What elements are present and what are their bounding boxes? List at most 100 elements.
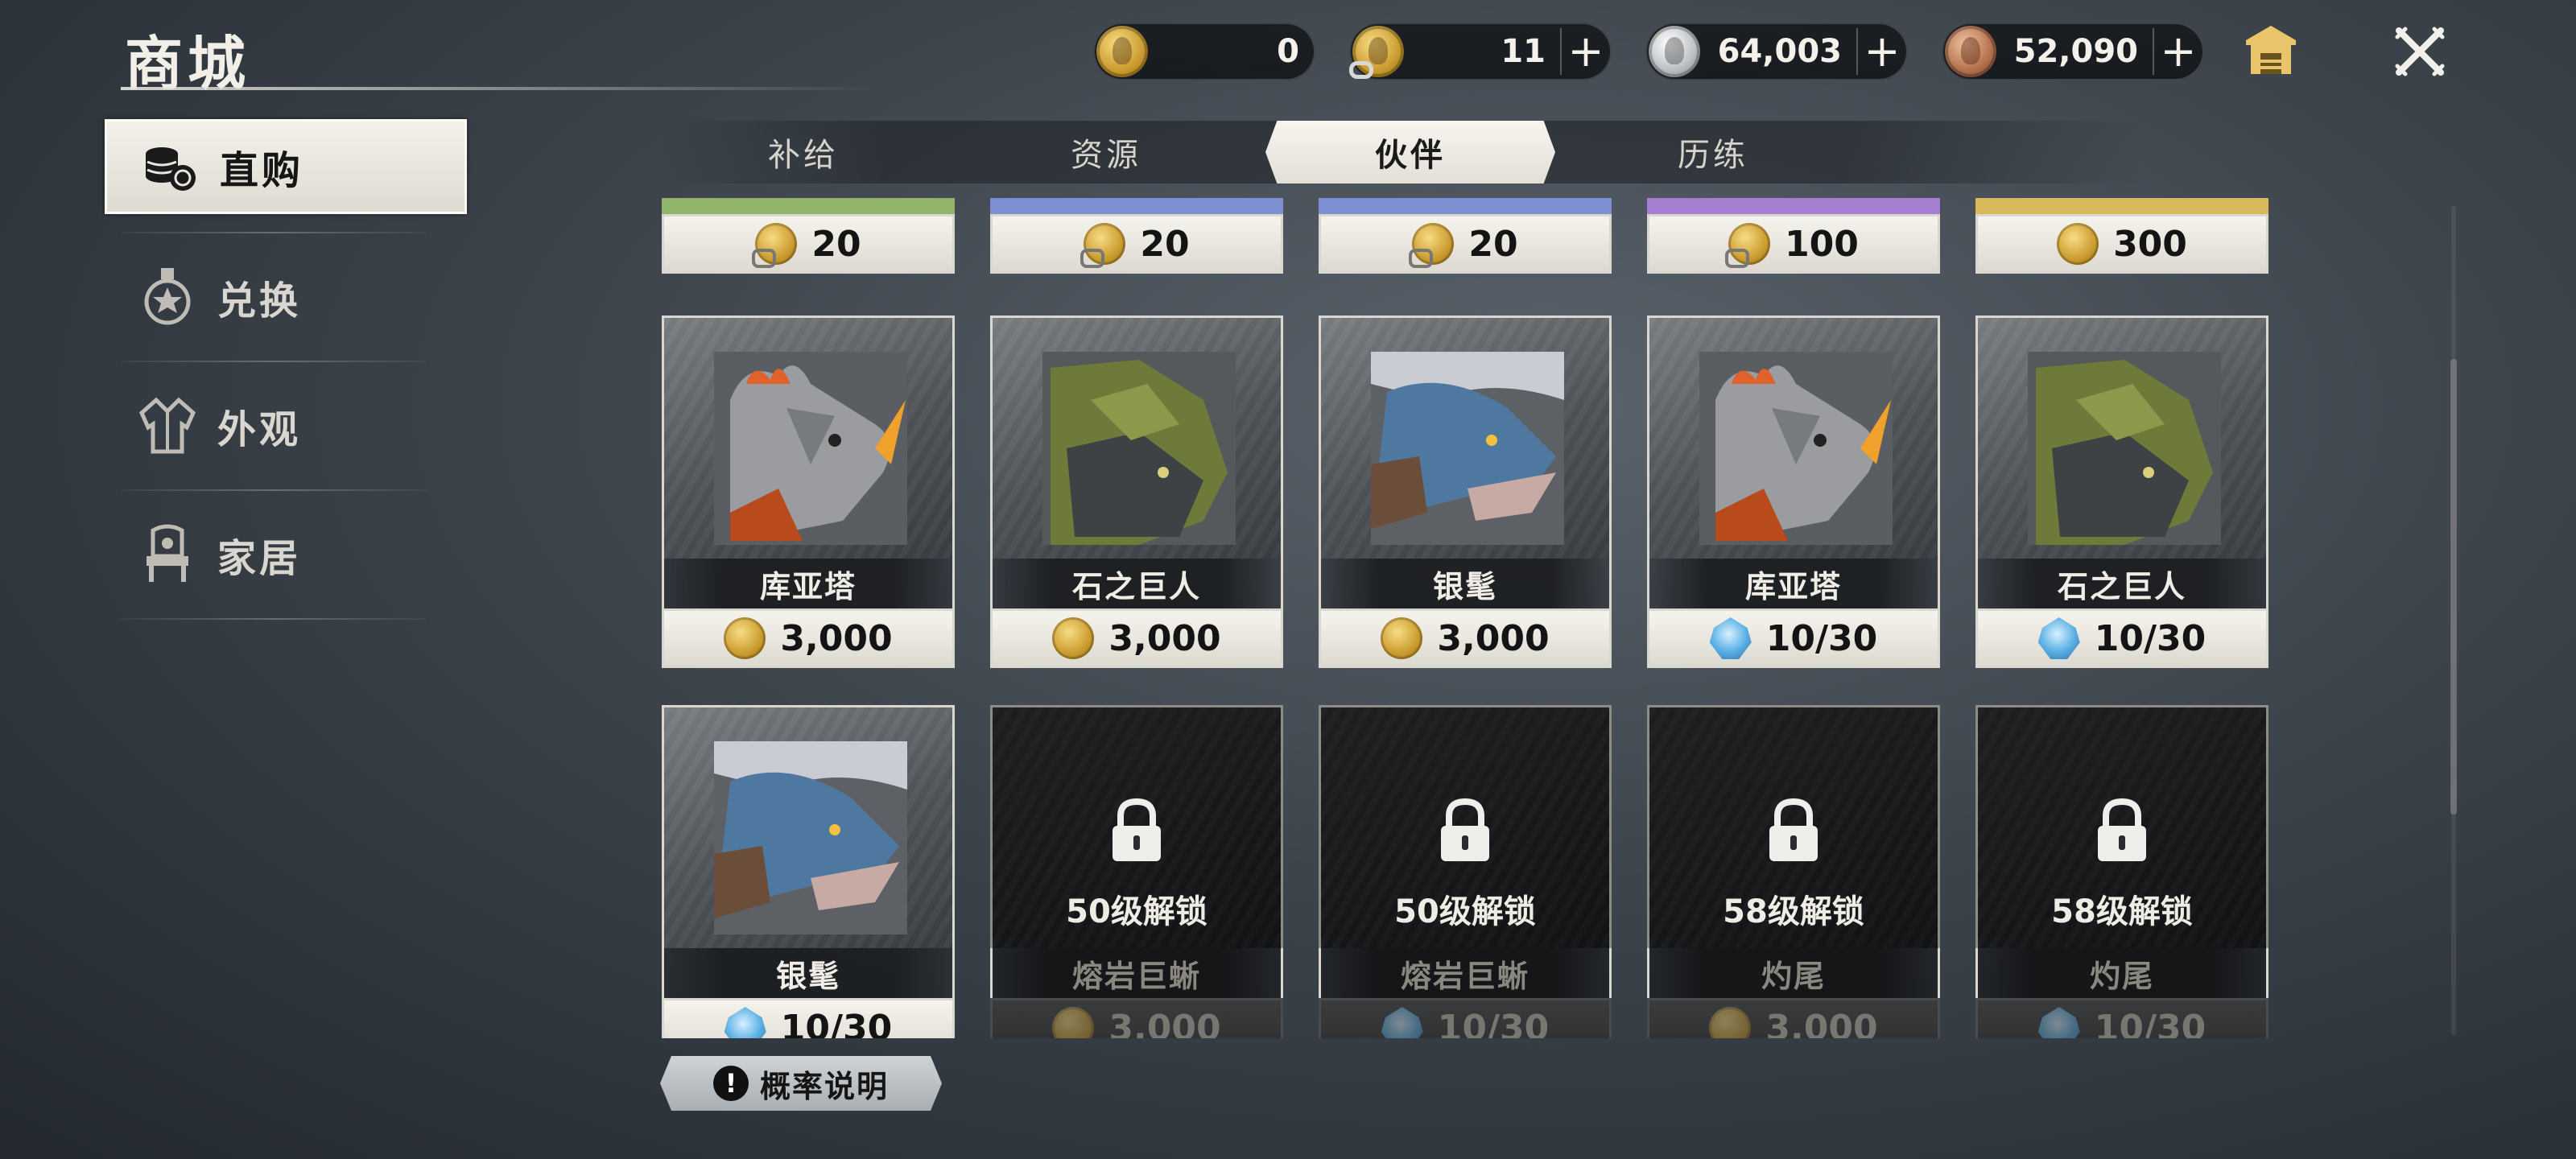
unlock-requirement: 58级解锁 (1723, 893, 1864, 930)
currency-bound-gold-value: 11 (1501, 33, 1546, 70)
price-tag: 10/30 (1647, 608, 1940, 668)
price-tag: 3,000 (662, 608, 955, 668)
partner-name: 银髦 (662, 948, 955, 998)
sidebar-item-appearance[interactable]: 外观 (105, 378, 467, 473)
gold-coin-icon (1381, 617, 1423, 659)
currency-silver-value: 64,003 (1717, 33, 1842, 70)
lock-overlay: 50级解锁 (1319, 705, 1612, 948)
gold-coin-icon (1052, 1007, 1095, 1038)
bound-gold-coin-icon (1725, 223, 1771, 268)
price-value: 10/30 (1765, 617, 1878, 659)
price-tag: 300 (1975, 214, 2268, 274)
price-value: 20 (1468, 223, 1518, 265)
partner-portrait (662, 705, 955, 948)
tab-partners[interactable]: 伙伴 (1265, 121, 1555, 184)
currency-copper-value: 52,090 (2013, 33, 2138, 70)
probability-info-button[interactable]: ! 概率说明 (660, 1056, 942, 1111)
add-copper-button[interactable]: + (2153, 28, 2202, 75)
partner-name: 石之巨人 (990, 559, 1283, 608)
gem-icon (1381, 1007, 1423, 1038)
lock-overlay: 50级解锁 (990, 705, 1283, 948)
gold-coin-icon (724, 617, 766, 659)
gold-coin-icon (2057, 223, 2099, 265)
sidebar-divider (121, 489, 427, 491)
unlock-requirement: 58级解锁 (2051, 893, 2193, 930)
probability-label: 概率说明 (759, 1068, 889, 1104)
price-tag: 10/30 (1975, 998, 2268, 1038)
price-tag: 100 (1647, 214, 1940, 274)
scrollbar-thumb[interactable] (2450, 359, 2457, 815)
sidebar-item-direct-buy[interactable]: 直购 (105, 119, 467, 214)
partner-name: 灼尾 (1647, 948, 1940, 998)
partner-portrait (1975, 316, 2268, 559)
rarity-strip (1319, 198, 1612, 214)
partner-name: 熔岩巨蜥 (1319, 948, 1612, 998)
product-grid[interactable]: 20 20 20 100 300 库亚塔 3,000 石之巨人 3,000 银髦… (652, 198, 2270, 1038)
partner-name: 库亚塔 (1647, 559, 1940, 608)
sidebar-item-furniture[interactable]: 家居 (105, 507, 467, 602)
sidebar-item-label: 家居 (217, 536, 302, 581)
partner-name: 石之巨人 (1975, 559, 2268, 608)
rarity-strip (1647, 198, 1940, 214)
sidebar-item-label: 直购 (220, 148, 304, 193)
unlock-requirement: 50级解锁 (1066, 893, 1208, 930)
close-icon (2395, 27, 2445, 76)
rarity-strip (1975, 198, 2268, 214)
bound-gold-coin-icon (1080, 223, 1126, 268)
title-divider (121, 87, 877, 90)
partner-portrait (1647, 316, 1940, 559)
price-tag: 3,000 (1647, 998, 1940, 1038)
coins-stack-icon (146, 147, 196, 191)
lock-icon (2098, 798, 2146, 861)
lock-overlay: 58级解锁 (1647, 705, 1940, 948)
gold-coin-icon (1709, 1007, 1752, 1038)
price-value: 10/30 (780, 1007, 893, 1039)
price-value: 20 (811, 223, 861, 265)
price-value: 3,000 (1765, 1007, 1878, 1039)
sidebar-divider (121, 361, 427, 362)
sidebar-item-label: 外观 (217, 407, 302, 452)
rarity-strip (662, 198, 955, 214)
sidebar-item-label: 兑换 (217, 278, 302, 324)
storehouse-icon (2246, 26, 2296, 74)
currency-bound-gold: 11 + (1349, 23, 1612, 80)
tab-supply[interactable]: 补给 (658, 121, 948, 184)
lock-overlay: 58级解锁 (1975, 705, 2268, 948)
partner-portrait (662, 316, 955, 559)
outfit-icon (138, 397, 196, 454)
tab-resources[interactable]: 资源 (961, 121, 1251, 184)
close-button[interactable] (2391, 23, 2449, 80)
lock-icon (1441, 798, 1489, 861)
unlock-requirement: 50级解锁 (1394, 893, 1536, 930)
chair-icon (147, 524, 188, 582)
partner-name: 灼尾 (1975, 948, 2268, 998)
gem-icon (1709, 617, 1752, 659)
gold-coin-icon (1052, 617, 1095, 659)
price-value: 3,000 (1108, 617, 1221, 659)
currency-silver: 64,003 + (1645, 23, 1908, 80)
partner-name: 熔岩巨蜥 (990, 948, 1283, 998)
lock-icon (1113, 798, 1161, 861)
wolf-creature-image (1371, 352, 1564, 545)
add-silver-button[interactable]: + (1856, 28, 1906, 75)
price-tag: 3,000 (990, 608, 1283, 668)
currency-copper: 52,090 + (1942, 23, 2204, 80)
storage-button[interactable] (2243, 21, 2299, 79)
add-bound-gold-button[interactable]: + (1560, 28, 1610, 75)
partner-portrait (990, 316, 1283, 559)
price-tag: 20 (1319, 214, 1612, 274)
gem-icon (2037, 1007, 2080, 1038)
price-value: 300 (2113, 223, 2187, 265)
copper-coin-icon (1945, 26, 1996, 77)
price-value: 3,000 (1108, 1007, 1221, 1039)
wolf-creature-image (714, 741, 907, 934)
sidebar-item-exchange[interactable]: 兑换 (105, 250, 467, 344)
lock-icon (1769, 798, 1818, 861)
price-tag: 10/30 (662, 998, 955, 1038)
tab-training[interactable]: 历练 (1568, 121, 1858, 184)
price-value: 3,000 (780, 617, 893, 659)
silver-coin-icon (1649, 26, 1700, 77)
price-value: 10/30 (2094, 617, 2207, 659)
golem-creature-image (1042, 352, 1236, 545)
info-icon: ! (712, 1066, 749, 1101)
